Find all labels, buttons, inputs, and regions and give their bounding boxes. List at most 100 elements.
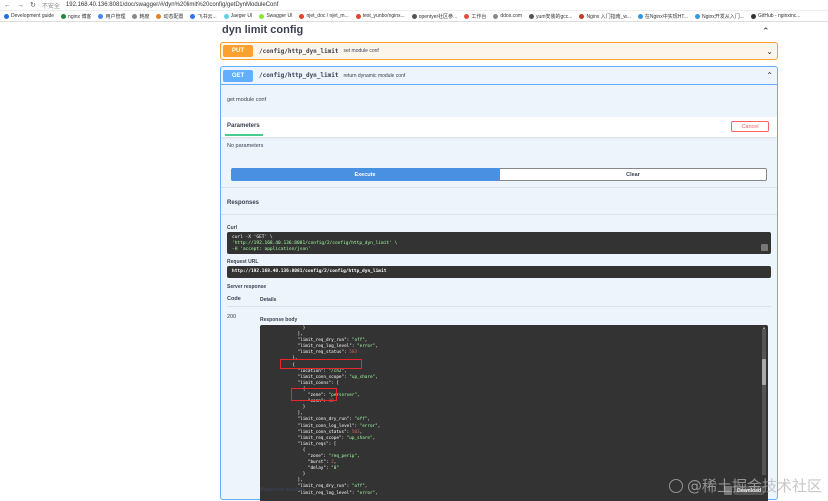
browser-toolbar: ← → ↻ 不安全 192.168.40.136:8081/doc/swagge… [0, 0, 828, 11]
bookmark-favicon-icon [579, 14, 584, 19]
bookmark-label: Nginx开发从入门... [702, 13, 744, 20]
bookmark-favicon-icon [61, 14, 66, 19]
bookmark-favicon-icon [156, 14, 161, 19]
responses-title: Responses [227, 200, 259, 206]
forward-icon[interactable]: → [17, 2, 24, 9]
bookmark-label: Swagger UI [266, 13, 292, 19]
scrollbar-track[interactable] [762, 329, 766, 475]
copy-icon[interactable] [761, 244, 768, 251]
bookmark-label: yum安装的gcc... [536, 13, 572, 20]
bookmark-label: 飞书云... [197, 13, 216, 20]
bookmark-item[interactable]: 用户管理 [98, 13, 125, 20]
bookmark-item[interactable]: 韩度 [132, 13, 149, 20]
bookmark-item[interactable]: njet_doc / njet_m... [299, 13, 348, 19]
bookmark-favicon-icon [412, 14, 417, 19]
bookmark-item[interactable]: 在Nginx中实现HT... [638, 13, 688, 20]
get-operation-header[interactable]: GET /config/http_dyn_limit return dynami… [221, 67, 777, 85]
bookmark-label: 韩度 [139, 13, 149, 20]
back-icon[interactable]: ← [4, 2, 11, 9]
bookmark-item[interactable]: Swagger UI [259, 13, 292, 19]
chevron-down-icon[interactable]: ⌄ [766, 47, 773, 56]
bookmark-label: Jaeger UI [231, 13, 253, 19]
bookmark-favicon-icon [464, 14, 469, 19]
curl-command[interactable]: curl -X 'GET' \ 'http://192.168.40.136:8… [227, 232, 771, 254]
bookmark-favicon-icon [132, 14, 137, 19]
bookmark-favicon-icon [299, 14, 304, 19]
bookmark-favicon-icon [751, 14, 756, 19]
response-code: 200 [227, 314, 236, 320]
bookmark-item[interactable]: Development guide [4, 13, 54, 19]
bookmark-label: Development guide [11, 13, 54, 19]
highlight-box [291, 388, 337, 401]
request-url[interactable]: http://192.168.40.136:8081/config/2/conf… [227, 266, 771, 278]
operation-path: /config/http_dyn_limit [259, 48, 338, 55]
response-body-label: Response body [260, 317, 297, 323]
response-body-line: "limit_conn_scope": "up_share", [282, 375, 380, 381]
code-column-header: Code [227, 296, 241, 302]
bookmark-item[interactable]: Nginx 入门指南_w... [579, 13, 630, 20]
scrollbar-thumb[interactable] [762, 359, 766, 385]
bookmark-item[interactable]: nginx 博客 [61, 13, 91, 20]
details-column-header: Details [260, 297, 276, 303]
bookmark-item[interactable]: yum安装的gcc... [529, 13, 572, 20]
bookmark-label: 用户管理 [105, 13, 125, 20]
bookmark-favicon-icon [224, 14, 229, 19]
parameters-tab[interactable]: Parameters [227, 123, 260, 129]
bookmark-item[interactable]: 工作台 [464, 13, 486, 20]
address-bar[interactable]: 192.168.40.136:8081/doc/swagger/#/dyn%20… [66, 2, 278, 8]
bookmark-item[interactable]: 动态配置 [156, 13, 183, 20]
divider [221, 187, 777, 188]
tab-underline [225, 134, 263, 136]
section-title[interactable]: dyn limit config [222, 24, 303, 36]
cancel-button[interactable]: Cancel [731, 121, 769, 132]
operation-path: /config/http_dyn_limit [259, 72, 338, 79]
highlight-box [280, 359, 362, 369]
operation-description: get module conf [227, 97, 266, 103]
bookmark-item[interactable]: GitHub - nginxinc... [751, 13, 801, 19]
bookmark-label: 工作台 [471, 13, 486, 20]
divider [221, 214, 777, 215]
bookmark-item[interactable]: 飞书云... [190, 13, 216, 20]
execute-wrapper: Execute Clear [231, 168, 767, 181]
swagger-page: dyn limit config ⌃ PUT /config/http_dyn_… [0, 22, 828, 500]
watermark: @稀土掘金技术社区 [669, 475, 822, 496]
bookmark-favicon-icon [356, 14, 361, 19]
bookmark-item[interactable]: opentyer社区参... [412, 13, 458, 20]
response-body[interactable]: } ], "limit_req_dry_run": "off", "limit_… [260, 325, 768, 497]
clear-button[interactable]: Clear [499, 168, 767, 181]
curl-line: -H 'accept: application/json' [232, 247, 766, 253]
bookmark-favicon-icon [4, 14, 9, 19]
parameters-header: Parameters Cancel [221, 117, 777, 137]
bookmark-label: Nginx 入门指南_w... [586, 13, 630, 20]
curl-label: Curl [227, 225, 237, 231]
bookmark-favicon-icon [259, 14, 264, 19]
bookmark-label: GitHub - nginxinc... [758, 13, 801, 19]
bookmark-label: test_yunbo/nginx... [363, 13, 405, 19]
reload-icon[interactable]: ↻ [30, 1, 36, 9]
bookmark-item[interactable]: test_yunbo/nginx... [356, 13, 405, 19]
chevron-up-icon[interactable]: ⌃ [762, 26, 770, 37]
no-parameters-text: No parameters [227, 143, 263, 149]
divider [227, 306, 771, 307]
put-operation[interactable]: PUT /config/http_dyn_limit set module co… [220, 42, 778, 60]
security-indicator[interactable]: 不安全 [42, 1, 60, 10]
request-url-label: Request URL [227, 259, 258, 265]
response-headers-label: Response headers [260, 487, 304, 493]
bookmark-item[interactable]: Jaeger UI [224, 13, 253, 19]
method-badge-get: GET [223, 70, 253, 82]
response-body-line: "limit_conn_log_level": "error", [282, 424, 380, 430]
bookmark-item[interactable]: ddos.com [493, 13, 522, 19]
operation-summary: set module conf [343, 48, 378, 54]
response-body-code[interactable]: } ], "limit_req_dry_run": "off", "limit_… [282, 326, 380, 497]
bookmark-favicon-icon [98, 14, 103, 19]
bookmark-favicon-icon [529, 14, 534, 19]
execute-button[interactable]: Execute [231, 168, 499, 181]
bookmark-favicon-icon [638, 14, 643, 19]
bookmark-label: opentyer社区参... [419, 13, 458, 20]
watermark-logo-icon [669, 479, 683, 493]
bookmark-item[interactable]: Nginx开发从入门... [695, 13, 744, 20]
server-response-label: Server response [227, 284, 266, 290]
chevron-up-icon[interactable]: ⌃ [766, 71, 773, 80]
bookmarks-bar: Development guide nginx 博客 用户管理 韩度动态配置 飞书云..… [0, 11, 828, 22]
response-body-line: "limit_req_scope": "up_share", [282, 436, 380, 442]
